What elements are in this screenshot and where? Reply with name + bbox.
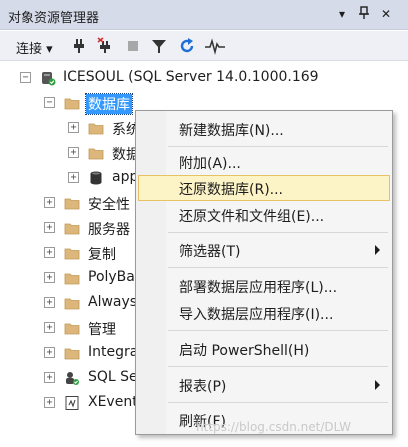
xevent-label: XEvent [88,394,138,410]
context-menu: 新建数据库(N)... 附加(A)... 还原数据库(R)... 还原文件和文件… [135,110,393,435]
folder-icon [64,95,80,111]
expand-icon[interactable]: + [68,172,79,183]
menu-item-restore-files[interactable]: 还原文件和文件组(E)... [138,202,390,228]
expand-icon[interactable]: + [68,122,79,133]
sql-agent-label: SQL Se [88,369,138,385]
expand-icon[interactable]: + [44,222,55,233]
tree-node-polybase[interactable]: + PolyBa [0,266,140,290]
connect-button[interactable]: 连接 ▾ [16,38,53,57]
folder-icon [64,220,80,236]
collapse-icon[interactable]: − [20,72,31,83]
polybase-label: PolyBa [88,269,135,285]
integration-services-label: Integra [88,344,139,360]
tree-node-security[interactable]: + 安全性 [0,191,140,215]
tree-node-app-database[interactable]: + app [0,166,140,190]
disconnect-icon[interactable] [96,37,114,55]
watermark-text: https://blog.csdn.net/DLW [196,420,352,434]
connect-plug-icon[interactable] [70,37,88,55]
panel-title: 对象资源管理器 [8,11,100,26]
menu-item-start-powershell[interactable]: 启动 PowerShell(H) [138,336,390,362]
xevent-icon [64,395,80,411]
folder-icon [64,195,80,211]
expand-icon[interactable]: + [44,272,55,283]
server-label: ICESOUL (SQL Server 14.0.1000.169 [63,69,319,85]
expand-icon[interactable]: + [44,347,55,358]
expand-icon[interactable]: + [44,372,55,383]
expand-icon[interactable]: + [68,147,79,158]
server-objects-label: 服务器 [88,222,130,238]
folder-icon [88,120,104,136]
tree-node-system-databases[interactable]: + 系统 [0,116,140,140]
expand-icon[interactable]: + [44,397,55,408]
collapse-icon[interactable]: − [44,97,55,108]
always-on-label: Always [88,294,138,310]
menu-separator [168,330,388,331]
menu-item-new-database[interactable]: 新建数据库(N)... [138,116,390,142]
tree-node-database-snapshots[interactable]: + 数据 [0,141,140,165]
activity-monitor-icon[interactable] [204,37,225,55]
security-label: 安全性 [88,197,130,213]
dropdown-icon[interactable]: ▾ [334,6,350,22]
tree-node-integration-services[interactable]: + Integra [0,341,140,365]
folder-icon [64,270,80,286]
expand-icon[interactable]: + [44,322,55,333]
expand-icon[interactable]: + [44,197,55,208]
toolbar: 连接 ▾ [0,31,408,61]
menu-separator [168,366,388,367]
pin-icon[interactable] [356,6,372,22]
menu-item-filter[interactable]: 筛选器(T) [138,237,390,263]
menu-separator [168,402,388,403]
folder-icon [64,295,80,311]
folder-icon [88,145,104,161]
filter-icon[interactable] [150,37,168,55]
object-explorer-panel: 对象资源管理器 ▾ ✕ 连接 ▾ − ICESOUL (SQL Server 1… [0,0,408,447]
title-bar: 对象资源管理器 ▾ ✕ [0,0,408,30]
folder-icon [64,345,80,361]
stop-icon[interactable] [124,37,142,55]
menu-item-restore-database[interactable]: 还原数据库(R)... [138,175,390,201]
menu-item-deploy-data-tier-app[interactable]: 部署数据层应用程序(L)... [138,273,390,299]
replication-label: 复制 [88,247,116,263]
tree-node-xevent-profiler[interactable]: + XEvent [0,391,140,415]
close-icon[interactable]: ✕ [378,6,394,22]
menu-separator [168,232,388,233]
folder-icon [64,245,80,261]
tree-node-replication[interactable]: + 复制 [0,241,140,265]
submenu-arrow-icon [375,245,380,255]
menu-separator [168,267,388,268]
menu-separator [168,146,388,147]
refresh-icon[interactable] [178,37,196,55]
menu-item-import-data-tier-app[interactable]: 导入数据层应用程序(I)... [138,300,390,326]
server-icon [40,70,56,86]
tree-node-server-objects[interactable]: + 服务器 [0,216,140,240]
tree-node-server[interactable]: − ICESOUL (SQL Server 14.0.1000.169 [0,66,408,90]
sql-agent-icon [64,370,80,386]
tree-node-sql-agent[interactable]: + SQL Se [0,366,140,390]
management-label: 管理 [88,322,116,338]
folder-icon [64,320,80,336]
menu-item-reports[interactable]: 报表(P) [138,372,390,398]
expand-icon[interactable]: + [44,247,55,258]
tree-node-always-on[interactable]: + Always [0,291,140,315]
tree-node-management[interactable]: + 管理 [0,316,140,340]
databases-label: 数据库 [85,93,133,115]
database-icon [88,170,104,186]
expand-icon[interactable]: + [44,297,55,308]
submenu-arrow-icon [375,380,380,390]
menu-item-attach[interactable]: 附加(A)... [138,149,390,175]
